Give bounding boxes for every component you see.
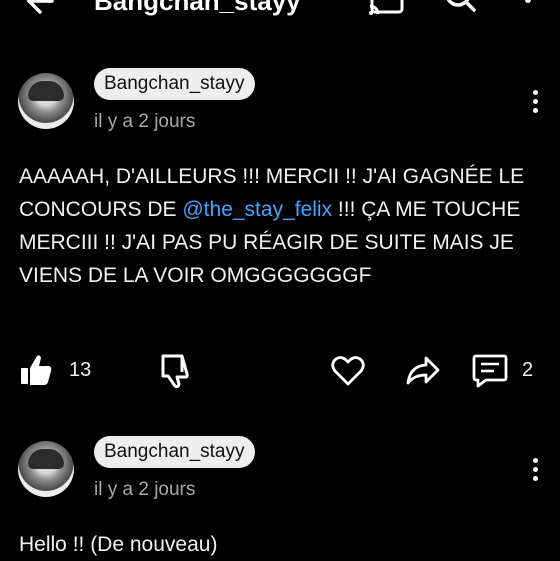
comment-more-icon[interactable] xyxy=(524,455,548,485)
back-arrow-icon[interactable] xyxy=(22,0,62,16)
mention-link[interactable]: @the_stay_felix xyxy=(182,198,332,221)
author-chip[interactable]: Bangchan_stayy xyxy=(94,68,255,100)
thumbs-down-icon xyxy=(161,354,189,389)
share-icon xyxy=(406,356,440,385)
comment-text: AAAAAH, D'AILLEURS !!! MERCII !! J'AI GA… xyxy=(19,165,525,287)
reply-button[interactable] xyxy=(472,350,510,390)
comment-time: il y a 2 jours xyxy=(94,479,196,500)
author-chip[interactable]: Bangchan_stayy xyxy=(94,436,255,468)
like-button[interactable] xyxy=(18,350,54,390)
comment-time: il y a 2 jours xyxy=(94,111,196,132)
cast-icon[interactable] xyxy=(366,0,406,16)
avatar[interactable] xyxy=(18,73,74,129)
reply-count: 2 xyxy=(522,359,534,381)
comment-more-icon[interactable] xyxy=(524,87,548,117)
app-bar: Bangchan_stayy xyxy=(0,0,560,30)
thumbs-up-icon xyxy=(21,355,52,385)
heart-icon xyxy=(331,356,365,386)
comment-text: Hello !! (De nouveau) xyxy=(19,533,218,556)
comment-actions: 13 2 xyxy=(0,350,560,390)
share-button[interactable] xyxy=(404,350,442,390)
avatar[interactable] xyxy=(18,441,74,497)
search-icon[interactable] xyxy=(440,0,480,16)
like-count: 13 xyxy=(69,359,92,381)
comment-icon xyxy=(472,354,508,388)
dislike-button[interactable] xyxy=(158,350,194,390)
page-title: Bangchan_stayy xyxy=(94,0,301,16)
more-vert-icon[interactable] xyxy=(518,0,538,16)
heart-button[interactable] xyxy=(330,350,366,390)
